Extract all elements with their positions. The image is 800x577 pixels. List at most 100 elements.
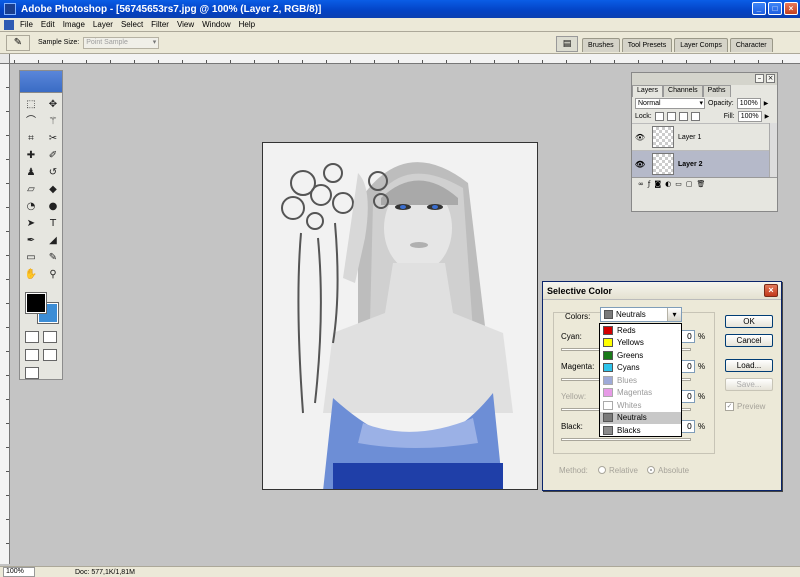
- lock-transparency-icon[interactable]: [654, 112, 664, 121]
- palette-tab-brushes[interactable]: Brushes: [582, 38, 620, 52]
- paint-bucket-tool-icon[interactable]: ◆: [43, 182, 63, 198]
- absolute-radio[interactable]: [647, 466, 655, 474]
- clone-stamp-tool-icon[interactable]: ♟: [21, 165, 41, 181]
- lasso-tool-icon[interactable]: ⌒: [21, 114, 41, 130]
- colors-select[interactable]: Neutrals ▾: [600, 307, 682, 322]
- move-tool-icon[interactable]: ✥: [43, 97, 63, 113]
- marquee-tool-icon[interactable]: ⬚: [21, 97, 41, 113]
- menu-filter[interactable]: Filter: [147, 20, 173, 29]
- healing-brush-tool-icon[interactable]: ✚: [21, 148, 41, 164]
- type-tool-icon[interactable]: T: [43, 216, 63, 232]
- pen-tool-icon[interactable]: ✒: [21, 233, 41, 249]
- tab-layers[interactable]: Layers: [632, 85, 664, 97]
- dropdown-item-whites[interactable]: Whites: [600, 399, 681, 412]
- document-canvas[interactable]: [262, 142, 538, 490]
- blend-mode-select[interactable]: Normal: [635, 98, 705, 109]
- opacity-arrow-icon[interactable]: ▶: [764, 100, 769, 107]
- vertical-ruler[interactable]: [0, 64, 10, 564]
- minimize-button[interactable]: _: [752, 2, 766, 15]
- eye-icon[interactable]: 👁: [632, 133, 648, 142]
- add-mask-icon[interactable]: ◙: [654, 180, 661, 188]
- brush-tool-icon[interactable]: ✐: [43, 148, 63, 164]
- lock-all-icon[interactable]: [690, 112, 700, 121]
- dropdown-item-yellows[interactable]: Yellows: [600, 337, 681, 350]
- dialog-titlebar[interactable]: Selective Color ×: [543, 282, 781, 300]
- notes-tool-icon[interactable]: ▭: [21, 250, 41, 266]
- ruler-origin[interactable]: [0, 54, 10, 64]
- menu-layer[interactable]: Layer: [89, 20, 117, 29]
- opacity-field[interactable]: 100%: [736, 98, 761, 109]
- chevron-down-icon[interactable]: ▾: [667, 308, 681, 321]
- tab-channels[interactable]: Channels: [663, 85, 703, 97]
- quick-mask-mode-icon[interactable]: [43, 331, 57, 343]
- save-button[interactable]: Save...: [725, 378, 773, 391]
- horizontal-ruler[interactable]: [10, 54, 800, 64]
- lock-position-icon[interactable]: [678, 112, 688, 121]
- load-button[interactable]: Load...: [725, 359, 773, 372]
- magic-wand-tool-icon[interactable]: ⚚: [43, 114, 63, 130]
- screen-mode-standard-icon[interactable]: [25, 349, 39, 361]
- hand-tool-icon[interactable]: ✋: [21, 267, 41, 283]
- menu-help[interactable]: Help: [235, 20, 259, 29]
- palette-tab-tool-presets[interactable]: Tool Presets: [621, 38, 673, 52]
- dialog-close-button[interactable]: ×: [764, 284, 778, 297]
- dodge-tool-icon[interactable]: ●: [43, 199, 63, 215]
- cancel-button[interactable]: Cancel: [725, 334, 773, 347]
- lock-image-icon[interactable]: [666, 112, 676, 121]
- trash-icon[interactable]: 🗑: [696, 180, 705, 188]
- slice-tool-icon[interactable]: ✂: [43, 131, 63, 147]
- menu-file[interactable]: File: [16, 20, 37, 29]
- dropdown-item-neutrals[interactable]: Neutrals: [600, 411, 681, 424]
- shape-tool-icon[interactable]: ◢: [43, 233, 63, 249]
- adjustment-layer-icon[interactable]: ◐: [665, 180, 671, 188]
- jump-to-imageready-icon[interactable]: [25, 367, 39, 379]
- eyedropper-tool-icon[interactable]: ✎: [43, 250, 63, 266]
- layers-palette-titlebar[interactable]: – ×: [632, 73, 777, 85]
- eyedropper-tool-preset[interactable]: ✎: [6, 34, 30, 51]
- menu-select[interactable]: Select: [117, 20, 147, 29]
- screen-mode-full-icon[interactable]: [43, 349, 57, 361]
- new-layer-icon[interactable]: ▢: [686, 180, 693, 188]
- dropdown-item-reds[interactable]: Reds: [600, 324, 681, 337]
- file-browser-button[interactable]: ▤: [556, 36, 578, 52]
- palette-close-button[interactable]: ×: [766, 74, 775, 83]
- menu-view[interactable]: View: [173, 20, 198, 29]
- document-size-info[interactable]: Doc: 577,1K/1,81M: [75, 569, 135, 576]
- path-selection-tool-icon[interactable]: ➤: [21, 216, 41, 232]
- new-group-icon[interactable]: ▭: [675, 180, 682, 188]
- palette-tab-layer-comps[interactable]: Layer Comps: [674, 38, 728, 52]
- dropdown-item-blacks[interactable]: Blacks: [600, 424, 681, 437]
- palette-minimize-button[interactable]: –: [755, 74, 764, 83]
- standard-mode-icon[interactable]: [25, 331, 39, 343]
- crop-tool-icon[interactable]: ⌗: [21, 131, 41, 147]
- dropdown-item-magentas[interactable]: Magentas: [600, 387, 681, 400]
- layers-scrollbar[interactable]: [769, 123, 777, 177]
- adobe-feather-icon[interactable]: [20, 71, 62, 93]
- fill-arrow-icon[interactable]: ▶: [765, 113, 770, 120]
- layer-row[interactable]: 👁 Layer 2: [632, 150, 777, 177]
- eye-icon[interactable]: 👁: [632, 160, 648, 169]
- menu-image[interactable]: Image: [59, 20, 89, 29]
- dropdown-item-blues[interactable]: Blues: [600, 374, 681, 387]
- relative-radio[interactable]: [598, 466, 606, 474]
- menu-edit[interactable]: Edit: [37, 20, 59, 29]
- layer-style-icon[interactable]: ƒ: [648, 180, 650, 188]
- layer-row[interactable]: 👁 Layer 1: [632, 123, 777, 150]
- link-icon[interactable]: ∞: [638, 180, 644, 188]
- dropdown-item-cyans[interactable]: Cyans: [600, 362, 681, 375]
- ok-button[interactable]: OK: [725, 315, 773, 328]
- fill-field[interactable]: 100%: [737, 111, 762, 122]
- preview-checkbox[interactable]: ✓: [725, 402, 734, 411]
- palette-tab-character[interactable]: Character: [729, 38, 773, 52]
- tab-paths[interactable]: Paths: [702, 85, 731, 97]
- history-brush-tool-icon[interactable]: ↺: [43, 165, 63, 181]
- maximize-button[interactable]: □: [768, 2, 782, 15]
- blur-tool-icon[interactable]: ◔: [21, 199, 41, 215]
- zoom-level-field[interactable]: 100%: [3, 567, 35, 577]
- close-button[interactable]: ×: [784, 2, 798, 15]
- sample-size-select[interactable]: Point Sample: [83, 36, 160, 49]
- eraser-tool-icon[interactable]: ▱: [21, 182, 41, 198]
- zoom-tool-icon[interactable]: ⚲: [43, 267, 63, 283]
- dropdown-item-greens[interactable]: Greens: [600, 349, 681, 362]
- menu-window[interactable]: Window: [198, 20, 234, 29]
